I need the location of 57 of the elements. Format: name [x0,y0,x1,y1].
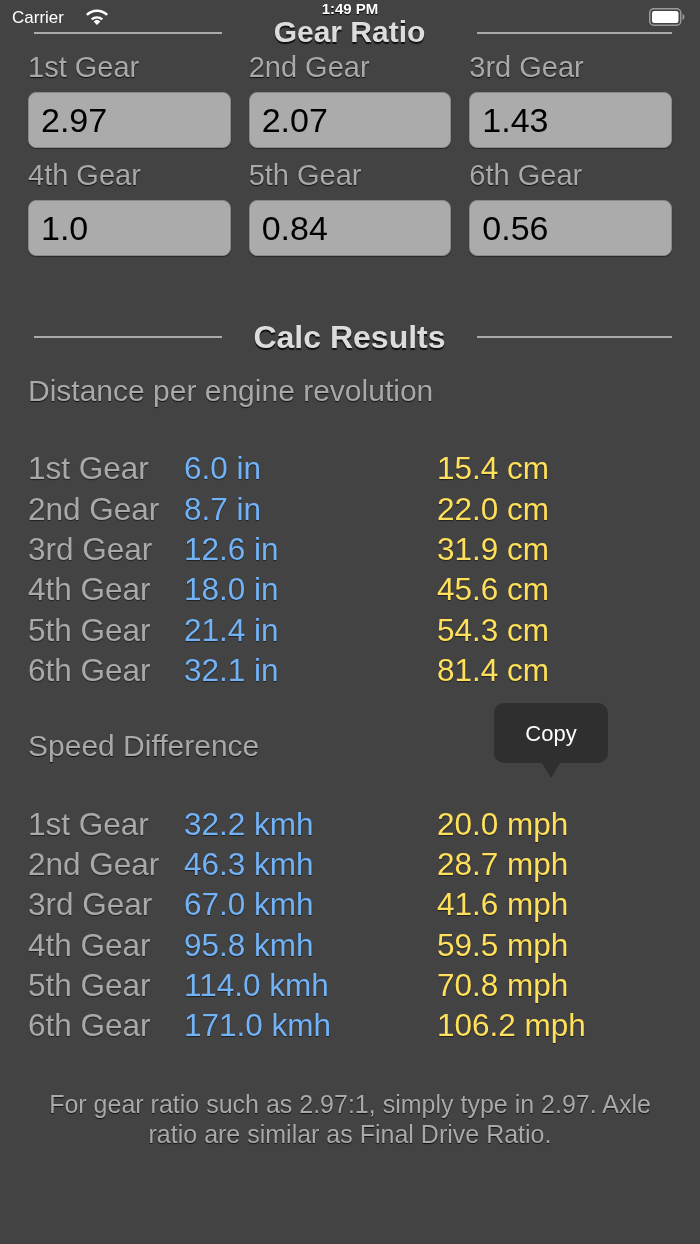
battery-icon [649,8,685,26]
gear-label: 3rd Gear [28,530,153,567]
result-value: 46.3 kmh [184,845,314,882]
gear-label: 6th Gear [469,160,584,190]
gear-label: 6th Gear [28,1007,151,1044]
result-value: 95.8 kmh [184,926,314,963]
converted-value: 15.4 cm [437,450,550,487]
converted-value: 54.3 cm [437,611,550,648]
gear-label: 2nd Gear [28,845,160,882]
gear-label: 4th Gear [28,926,151,963]
converted-value: 41.6 mph [437,886,569,923]
gear-label: 2nd Gear [28,490,160,527]
gear-label: 6th Gear [28,652,151,689]
gear-label: 4th Gear [28,571,151,608]
converted-value: 31.9 cm [437,530,550,567]
converted-value: 59.5 mph [437,926,569,963]
result-value: 67.0 kmh [184,886,314,923]
converted-value: 106.2 mph [437,1007,586,1044]
gear-label: 2nd Gear [248,52,371,82]
gear-ratio-field[interactable]: 2.07 [248,92,452,148]
converted-value: 70.8 mph [437,967,569,1004]
result-value: 18.0 in [184,571,279,608]
converted-value: 28.7 mph [437,845,569,882]
gear-label: 5th Gear [28,611,151,648]
converted-value: 45.6 cm [437,571,550,608]
gear-ratio-field[interactable]: 2.97 [28,92,231,148]
converted-value: 20.0 mph [437,805,569,842]
result-value: 32.1 in [184,652,279,689]
section-heading: Distance per engine revolution [28,375,434,407]
result-value: 6.0 in [184,450,262,487]
gear-label: 3rd Gear [469,52,585,82]
gear-label: 5th Gear [28,967,151,1004]
section-heading: Speed Difference [28,730,260,763]
result-value: 8.7 in [184,490,262,527]
carrier-label: Carrier [12,7,64,29]
gear-label: 1st Gear [28,450,149,487]
gear-ratio-field[interactable]: 1.43 [469,92,672,148]
converted-value: 22.0 cm [437,490,550,527]
result-value: 171.0 kmh [184,1007,332,1044]
gear-label: 3rd Gear [28,886,153,923]
result-value: 32.2 kmh [184,805,314,842]
gear-label: 1st Gear [28,805,149,842]
gear-ratio-field[interactable]: 0.84 [248,200,452,256]
section-title: Gear Ratio [273,17,426,47]
result-value: 21.4 in [184,611,279,648]
result-value: 114.0 kmh [184,967,329,1004]
gear-label: 1st Gear [28,52,141,82]
footnote-text: For gear ratio such as 2.97:1, simply type in 2.97. Axle ratio are similar as Final Drive Ratio. [48,1088,652,1149]
gear-ratio-field[interactable]: 1.0 [28,200,231,256]
gear-label: 5th Gear [248,160,363,190]
wifi-icon [86,9,108,25]
gear-ratio-field[interactable]: 0.56 [469,200,672,256]
gear-label: 4th Gear [28,160,142,190]
converted-value: 81.4 cm [437,652,550,689]
section-title: Calc Results [253,319,446,354]
result-value: 12.6 in [184,530,279,567]
clock-time: 1:49 PM [321,0,379,17]
